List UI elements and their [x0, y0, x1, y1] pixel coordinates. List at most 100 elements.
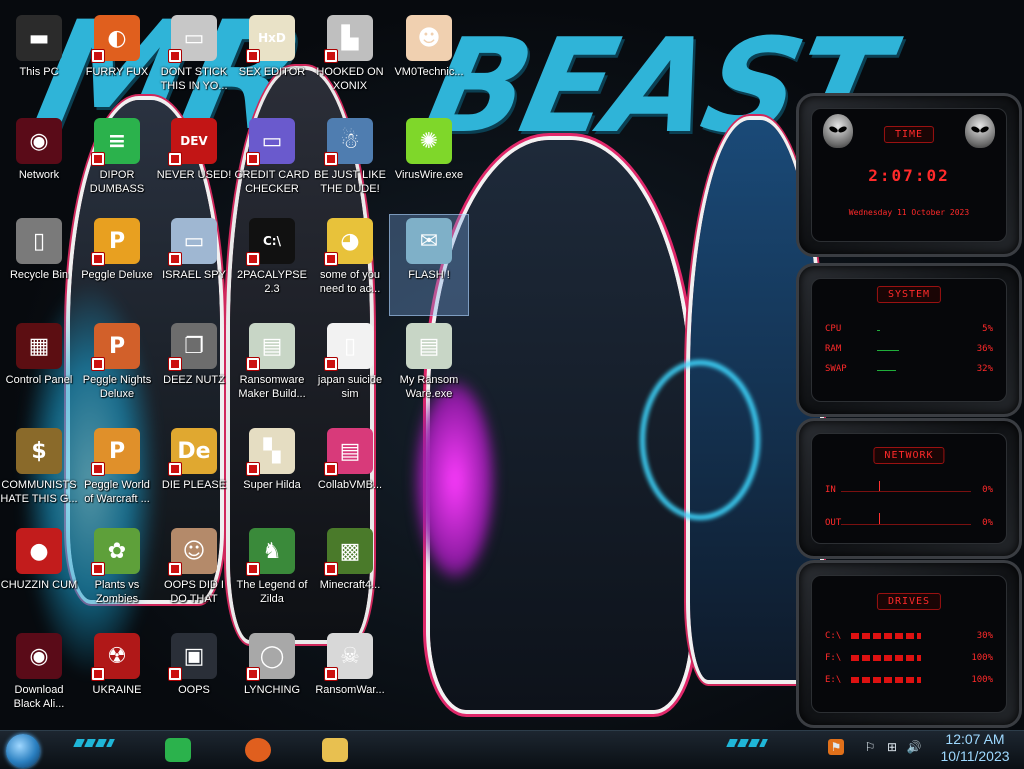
desktop-icon[interactable]: ▭ CREDIT CARD CHECKER [233, 115, 311, 215]
desktop-icon[interactable]: ▙ HOOKED ON XONIX [311, 12, 389, 112]
desktop-icon-label: Super Hilda [243, 479, 301, 491]
flag-app-icon[interactable]: ⚑ [828, 739, 844, 755]
desktop-icon[interactable]: P Peggle Deluxe [78, 215, 156, 315]
desktop-icon[interactable]: C:\ 2PACALYPSE 2.3 [233, 215, 311, 315]
desktop-icon[interactable]: ▤ CollabVMB... [311, 425, 389, 525]
desktop-icon[interactable]: ☠ RansomWar... [311, 630, 389, 730]
feedly-icon: ≡ [91, 118, 140, 166]
drive-row-label: E:\ [825, 675, 842, 685]
desktop-icon[interactable]: ≡ DIPOR DUMBASS [78, 115, 156, 215]
desktop-icon[interactable]: P Peggle Nights Deluxe [78, 320, 156, 420]
dev-cpp-icon: DEV [168, 118, 217, 166]
time-gadget[interactable]: TIME 2:07:02 Wednesday 11 October 2023 [796, 93, 1022, 257]
desktop-icon[interactable]: ◕ some of you need to ac... [311, 215, 389, 315]
shortcut-arrow-icon [91, 252, 105, 266]
desktop-icon-label: FLASH ! [408, 269, 450, 281]
desktop-icon[interactable]: ▭ ISRAEL SPY [155, 215, 233, 315]
taskbar-pinned-app[interactable] [240, 734, 276, 766]
spy-app-icon: ▭ [168, 218, 217, 266]
desktop-icon[interactable]: ▩ Minecraft4... [311, 525, 389, 625]
desktop-icon-label: DIPOR DUMBASS [89, 169, 145, 195]
wallpaper-cyan-glow [640, 360, 760, 520]
desktop-icon[interactable]: ◐ FURRY FUX [78, 12, 156, 112]
desktop-icon[interactable]: HxD SEX EDITOR [233, 12, 311, 112]
shortcut-arrow-icon [91, 462, 105, 476]
desktop-icon[interactable]: DEV NEVER USED! [155, 115, 233, 215]
desktop-icon[interactable]: De DIE PLEASE [155, 425, 233, 525]
desktop-icon[interactable]: ☃ BE JUST LIKE THE DUDE! [311, 115, 389, 215]
taskbar-pinned-app[interactable] [317, 734, 353, 766]
desktop-icon-label: COMMUNISTS HATE THIS G... [0, 479, 78, 505]
window-app-icon: ▤ [406, 323, 452, 369]
desktop-icon[interactable]: ▤ Ransomware Maker Build... [233, 320, 311, 420]
desktop-icon[interactable]: ◉ Download Black Ali... [0, 630, 78, 730]
alienware-orb-icon: ◉ [16, 633, 62, 679]
desktop-icon[interactable]: ✉ FLASH ! [389, 214, 469, 316]
firefox-icon: ◐ [91, 15, 140, 63]
windows-stack-icon: ❐ [168, 323, 217, 371]
time-gadget-title: TIME [883, 126, 935, 143]
network-row-label: IN [825, 485, 836, 495]
desktop-icon[interactable]: P Peggle World of Warcraft ... [78, 425, 156, 525]
shortcut-arrow-icon [91, 152, 105, 166]
system-usage-bar [877, 350, 899, 351]
desktop-icon-label: OOPS [178, 684, 210, 696]
taskbar-clock[interactable]: 12:07 AM 10/11/2023 [934, 731, 1016, 765]
network-status-icon[interactable]: ⊞ [884, 739, 900, 755]
usb-icon: ▭ [168, 15, 217, 63]
firefox-icon [245, 738, 271, 762]
computer-icon: ▬ [16, 15, 62, 61]
desktop-icon[interactable]: ☢ UKRAINE [78, 630, 156, 730]
desktop-icon[interactable]: ▬ This PC [0, 12, 78, 112]
desktop-icon[interactable]: ▚ Super Hilda [233, 425, 311, 525]
network-row-value: 0% [982, 485, 993, 495]
desktop-icon[interactable]: ◯ LYNCHING [233, 630, 311, 730]
desktop-icon[interactable]: ▤ My Ransom Ware.exe [390, 320, 468, 420]
shortcut-arrow-icon [246, 667, 260, 681]
desktop-icon[interactable]: ▯ japan suicide sim [311, 320, 389, 420]
drive-row-label: F:\ [825, 653, 842, 663]
shortcut-arrow-icon [246, 562, 260, 576]
taskbar: ⚑ ⚐ ⊞ 🔊 12:07 AM 10/11/2023 [0, 730, 1024, 769]
volume-icon[interactable]: 🔊 [906, 739, 922, 755]
desktop-icon[interactable]: ▭ DONT STICK THIS IN YO... [155, 12, 233, 112]
desktop-icon-label: DONT STICK THIS IN YO... [160, 66, 228, 92]
desktop-icon[interactable]: ▦ Control Panel [0, 320, 78, 420]
desktop-icon[interactable]: ✺ VirusWire.exe [390, 115, 468, 215]
desktop-icon-label: 2PACALYPSE 2.3 [237, 269, 307, 295]
desktop-icon[interactable]: ▣ OOPS [155, 630, 233, 730]
desktop-icon[interactable]: ♞ The Legend of Zilda [233, 525, 311, 625]
shortcut-arrow-icon [246, 462, 260, 476]
desktop-icon-label: CollabVMB... [317, 479, 383, 491]
system-row-label: CPU [825, 324, 842, 334]
system-gadget[interactable]: SYSTEM CPU 5% RAM 36% SWAP 32% [796, 263, 1022, 417]
shortcut-arrow-icon [324, 357, 338, 371]
desktop-icon[interactable]: ✿ Plants vs Zombies [78, 525, 156, 625]
network-gadget[interactable]: NETWORK IN 0% OUT 0% [796, 418, 1022, 559]
desktop-icon[interactable]: ▯ Recycle Bin [0, 215, 78, 315]
desktop-icon-label: Peggle World of Warcraft ... [84, 479, 150, 505]
desktop-icon-label: This PC [19, 66, 59, 78]
clock-time: 12:07 AM [945, 731, 1005, 747]
desktop-icon[interactable]: ❐ DEEZ NUTZ [155, 320, 233, 420]
drives-gadget[interactable]: DRIVES C:\ 30% F:\ 100% E:\ 100% [796, 560, 1022, 728]
system-usage-bar [877, 330, 880, 331]
desktop-icon[interactable]: $ COMMUNISTS HATE THIS G... [0, 425, 78, 525]
desktop-icon-label: CREDIT CARD CHECKER [234, 169, 310, 195]
system-row-value: 32% [976, 364, 993, 374]
shortcut-arrow-icon [168, 667, 182, 681]
action-center-icon[interactable]: ⚐ [862, 739, 878, 755]
desktop-icon-label: Recycle Bin [9, 269, 69, 281]
alienware-orb-icon: ◉ [16, 118, 62, 164]
desktop-icon[interactable]: ● CHUZZIN CUM [0, 525, 78, 625]
desktop-icon-label: DEEZ NUTZ [163, 374, 225, 386]
drive-row-value: 100% [971, 675, 993, 685]
desktop-icon[interactable]: ☺ OOPS DID I DO THAT [155, 525, 233, 625]
desktop-icon[interactable]: ◉ Network [0, 115, 78, 215]
start-button[interactable] [6, 734, 40, 768]
shortcut-arrow-icon [91, 49, 105, 63]
taskbar-pinned-app[interactable] [160, 734, 196, 766]
desktop-icon[interactable]: ☻ VM0Technic... [390, 12, 468, 112]
xonix-icon: ▙ [324, 15, 373, 63]
collabvm-icon: ▤ [324, 428, 373, 476]
